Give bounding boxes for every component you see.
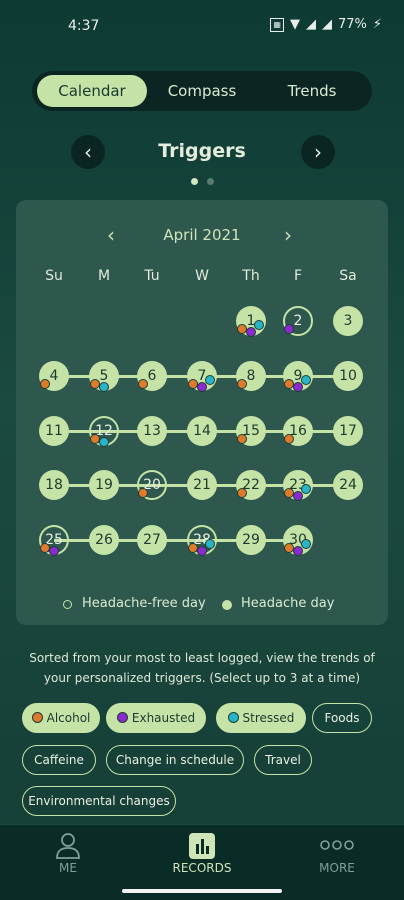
- month-header: ‹ April 2021 ›: [0, 223, 404, 247]
- chip-stressed[interactable]: Stressed: [216, 703, 306, 733]
- section-title: Triggers: [158, 140, 246, 162]
- legend-free-label: Headache-free day: [82, 596, 206, 611]
- chip-alcohol[interactable]: Alcohol: [22, 703, 100, 733]
- exhausted-trigger-dot: [284, 324, 294, 334]
- nav-me-label: ME: [59, 861, 77, 875]
- sort-description: Sorted from your most to least logged, v…: [29, 651, 375, 685]
- gesture-bar: [0, 886, 404, 900]
- chip-environmental-changes[interactable]: Environmental changes: [22, 786, 176, 816]
- stressed-trigger-dot: [301, 484, 311, 494]
- headache-free-marker: [63, 600, 72, 609]
- volte-icon: ▦: [270, 17, 284, 32]
- page-indicator: [0, 178, 404, 185]
- weekday-label: M: [97, 268, 111, 284]
- chip-foods[interactable]: Foods: [312, 703, 372, 733]
- calendar-day[interactable]: 21: [187, 470, 217, 500]
- signal-icon: ◢: [305, 17, 316, 32]
- status-bar: 4:37 ▦ ▼ ◢ ◢ 77% ⚡: [0, 0, 404, 52]
- chip-travel[interactable]: Travel: [254, 745, 312, 775]
- calendar-day[interactable]: 29: [236, 525, 266, 555]
- alcohol-trigger-dot: [40, 379, 50, 389]
- calendar-day[interactable]: 14: [187, 416, 217, 446]
- status-time: 4:37: [68, 18, 100, 34]
- exhausted-color-dot: [116, 712, 128, 723]
- nav-more-label: MORE: [319, 861, 355, 875]
- status-icons: ▦ ▼ ◢ ◢ 77% ⚡: [270, 17, 382, 32]
- chip-label: Alcohol: [46, 711, 91, 725]
- chip-label: Exhausted: [131, 711, 196, 725]
- weekday-label: W: [195, 268, 209, 284]
- alcohol-color-dot: [31, 712, 43, 723]
- calendar-day[interactable]: 24: [333, 470, 363, 500]
- stressed-trigger-dot: [205, 375, 215, 385]
- wifi-icon: ▼: [289, 17, 300, 32]
- weekday-label: Sa: [339, 268, 357, 284]
- page-dot: [206, 178, 214, 185]
- page-dot-active: [190, 178, 198, 185]
- month-next-button[interactable]: ›: [284, 223, 292, 247]
- headache-day-marker: [222, 600, 232, 610]
- stressed-trigger-dot: [254, 320, 264, 330]
- alcohol-trigger-dot: [284, 434, 294, 444]
- nav-records-label: RECORDS: [172, 861, 232, 875]
- tab-calendar[interactable]: Calendar: [37, 75, 147, 107]
- exhausted-trigger-dot: [49, 546, 59, 556]
- nav-records[interactable]: RECORDS: [137, 825, 267, 887]
- bar-chart-icon: [189, 833, 215, 859]
- legend-headache-label: Headache day: [241, 596, 335, 611]
- calendar-day[interactable]: 17: [333, 416, 363, 446]
- weekday-label: F: [293, 268, 303, 284]
- calendar-day[interactable]: 26: [89, 525, 119, 555]
- alcohol-trigger-dot: [237, 488, 247, 498]
- weekday-label: Su: [45, 268, 63, 284]
- chip-exhausted[interactable]: Exhausted: [106, 703, 206, 733]
- calendar-day[interactable]: 13: [137, 416, 167, 446]
- view-tabs: Calendar Compass Trends: [32, 71, 372, 111]
- chevron-right-icon: ›: [314, 140, 322, 164]
- stressed-trigger-dot: [301, 539, 311, 549]
- alcohol-trigger-dot: [237, 379, 247, 389]
- month-title: April 2021: [163, 226, 241, 244]
- nav-more[interactable]: MORE: [272, 825, 402, 887]
- calendar-day[interactable]: 19: [89, 470, 119, 500]
- battery-level: 77%: [337, 17, 367, 32]
- stressed-trigger-dot: [301, 375, 311, 385]
- chip-caffeine[interactable]: Caffeine: [22, 745, 96, 775]
- chip-change-in-schedule[interactable]: Change in schedule: [106, 745, 244, 775]
- nav-me[interactable]: ME: [3, 825, 133, 887]
- stressed-trigger-dot: [99, 437, 109, 447]
- stressed-trigger-dot: [99, 382, 109, 392]
- tab-trends[interactable]: Trends: [258, 75, 366, 107]
- calendar-day[interactable]: 18: [39, 470, 69, 500]
- alcohol-trigger-dot: [138, 379, 148, 389]
- calendar-day[interactable]: 3: [333, 306, 363, 336]
- weekday-label: Th: [242, 268, 260, 284]
- calendar-day[interactable]: 27: [137, 525, 167, 555]
- bottom-navigation: ME RECORDS MORE: [0, 824, 404, 887]
- chip-label: Stressed: [242, 711, 295, 725]
- charging-icon: ⚡: [372, 17, 382, 32]
- stressed-trigger-dot: [205, 539, 215, 549]
- alcohol-trigger-dot: [138, 488, 148, 498]
- weekday-label: Tu: [144, 268, 160, 284]
- section-next-button[interactable]: ›: [301, 135, 335, 169]
- signal-icon-2: ◢: [321, 17, 332, 32]
- calendar-day[interactable]: 10: [333, 361, 363, 391]
- calendar-legend: Headache-free day Headache day: [0, 596, 404, 614]
- tab-compass[interactable]: Compass: [150, 75, 254, 107]
- person-icon: [56, 833, 80, 859]
- chevron-right-icon: ›: [284, 223, 292, 247]
- home-indicator[interactable]: [122, 889, 282, 893]
- more-dots-icon: [320, 840, 354, 850]
- stressed-color-dot: [227, 712, 239, 723]
- calendar-day[interactable]: 11: [39, 416, 69, 446]
- calendar-card: [16, 200, 388, 625]
- alcohol-trigger-dot: [237, 434, 247, 444]
